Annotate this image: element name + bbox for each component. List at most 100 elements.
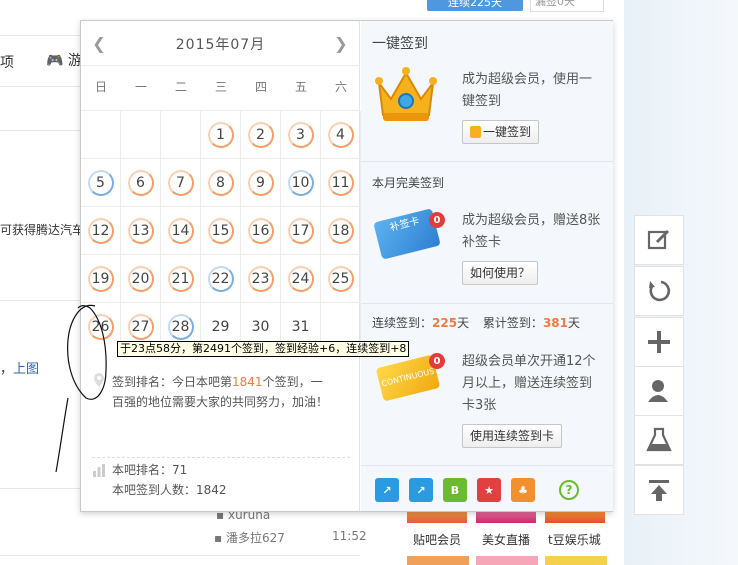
calendar-day-cell[interactable]: 24 [281, 255, 321, 303]
signin-days-button[interactable]: 连续225天 [427, 0, 523, 11]
arrow-up-icon [649, 480, 669, 501]
weekday-label: 五 [294, 80, 307, 94]
calendar-day-cell[interactable]: 18 [321, 207, 361, 255]
calendar-day-cell [121, 111, 161, 159]
onekey-signin-button[interactable]: 一键签到 [462, 120, 540, 144]
app-icon-1[interactable]: ↗ [375, 478, 399, 502]
missed-days-text: 漏签0天 [530, 0, 604, 12]
app-icon-5[interactable]: ♣ [511, 478, 535, 502]
makeup-card-badge: 0 [429, 212, 445, 228]
help-icon[interactable]: ? [559, 480, 579, 500]
day-number: 21 [167, 265, 194, 292]
comment-icon: ▪ [214, 531, 223, 545]
calendar-day-cell[interactable]: 9 [241, 159, 281, 207]
calendar-day-cell[interactable]: 4 [321, 111, 361, 159]
rank-number: 1841 [232, 375, 263, 389]
weekday-label: 日 [94, 80, 107, 94]
vip-desc: 成为超级会员，使用一键签到 [462, 72, 593, 109]
bar-stats: 本吧排名：71 本吧签到人数：1842 [92, 461, 350, 501]
next-month-button[interactable]: ❯ [332, 33, 350, 53]
edit-icon [647, 229, 670, 250]
post-snippet: ，上图 [0, 358, 39, 377]
divider [0, 130, 80, 131]
app-icon-3[interactable]: B [443, 478, 467, 502]
day-number: 4 [327, 121, 354, 148]
calendar-day-cell[interactable]: 19 [81, 255, 121, 303]
post-image-link[interactable]: 上图 [13, 362, 39, 377]
total-number: 381 [542, 316, 568, 330]
day-number: 24 [287, 265, 314, 292]
edit-tool-button[interactable] [634, 215, 684, 265]
calendar-day-cell[interactable]: 13 [121, 207, 161, 255]
crown-icon [375, 67, 437, 121]
signin-popup: ❮ 2015年07月 ❯ 日一二三四五六 1 2 3 4 5 6 7 8 9 10 11 12 13 14… [80, 20, 613, 512]
calendar-day-cell[interactable]: 5 [81, 159, 121, 207]
user-name[interactable]: 潘多拉627 [226, 531, 285, 545]
calendar-day-cell[interactable]: 17 [281, 207, 321, 255]
streak-unit: 天 [457, 316, 470, 330]
use-continuous-card-button[interactable]: 使用连续签到卡 [462, 424, 563, 448]
day-number: 30 [251, 319, 270, 335]
card-vip-label[interactable]: 贴吧会员 [413, 531, 461, 548]
calendar-day-cell[interactable]: 22 [201, 255, 241, 303]
bar-signin-count: 本吧签到人数：1842 [112, 483, 227, 497]
day-number: 29 [211, 319, 230, 335]
divider [0, 86, 80, 87]
day-number: 28 [167, 314, 194, 340]
makeup-card-desc: 成为超级会员，赠送8张补签卡 [462, 213, 601, 250]
bar-rank-text: 本吧排名：71 [112, 463, 188, 477]
divider [361, 465, 613, 466]
calendar-day-cell[interactable]: 20 [121, 255, 161, 303]
calendar-day-cell[interactable]: 6 [121, 159, 161, 207]
rank-section: 签到排名：今日本吧第1841个签到，一百强的地位需要大家的共同努力，加油！ [92, 366, 350, 458]
calendar-day-cell[interactable]: 16 [241, 207, 281, 255]
card-live-label[interactable]: 美女直播 [482, 531, 530, 548]
howto-button[interactable]: 如何使用？ [462, 261, 539, 285]
arrow-icon: ↗ [382, 483, 392, 497]
calendar-day-cell[interactable]: 3 [281, 111, 321, 159]
calendar-day-cell[interactable]: 1 [201, 111, 241, 159]
calendar-day-cell[interactable]: 7 [161, 159, 201, 207]
onekey-title: 一键签到 [372, 36, 428, 52]
calendar-day-cell[interactable]: 15 [201, 207, 241, 255]
user-tool-button[interactable] [634, 366, 684, 416]
add-tool-button[interactable] [634, 317, 684, 367]
calendar-day-cell[interactable]: 14 [161, 207, 201, 255]
divider [0, 488, 80, 489]
calendar-day-cell[interactable]: 23 [241, 255, 281, 303]
divider [81, 65, 360, 66]
calendar-day-cell[interactable]: 11 [321, 159, 361, 207]
calendar-day-cell[interactable]: 10 [281, 159, 321, 207]
hand-drawn-circle-annotation [55, 304, 107, 473]
back-to-top-button[interactable] [634, 465, 684, 515]
app-icon-2[interactable]: ↗ [409, 478, 433, 502]
calendar-day-cell[interactable]: 25 [321, 255, 361, 303]
rank-prefix: 签到排名：今日本吧第 [112, 375, 233, 389]
nav-tab-game[interactable]: 🎮 游 [46, 50, 82, 70]
lab-tool-button[interactable] [634, 415, 684, 465]
day-number: 20 [127, 265, 154, 292]
day-number: 25 [327, 265, 354, 292]
calendar-day-cell[interactable]: 12 [81, 207, 121, 255]
calendar-grid: 1 2 3 4 5 6 7 8 9 10 11 12 13 14 15 16 17 18 19 20 21 22 23 24 2… [81, 111, 361, 351]
app-icon-4[interactable]: ★ [477, 478, 501, 502]
onekey-section: 一键签到 成为超级会员，使用一键签到 一键签到 [361, 21, 613, 162]
card-casino-label[interactable]: t豆娱乐城 [548, 531, 601, 548]
calendar-day-cell[interactable]: 21 [161, 255, 201, 303]
vip-badge-icon [470, 126, 481, 138]
perfect-section: 本月完美签到 补签卡 0 成为超级会员，赠送8张补签卡 如何使用？ [361, 162, 613, 304]
day-number: 1 [207, 121, 234, 148]
signin-stats: 连续签到：225天 累计签到：381天 [372, 314, 580, 331]
nav-tab-partial[interactable]: 项 [0, 52, 14, 72]
promo-text: 可获得腾达汽车 [0, 223, 85, 237]
continuous-card-desc: 超级会员单次开通12个月以上，赠送连续签到卡3张 [462, 354, 596, 413]
day-number: 8 [207, 169, 234, 196]
calendar-day-cell[interactable]: 8 [201, 159, 241, 207]
day-number: 18 [327, 217, 354, 244]
calendar-panel: ❮ 2015年07月 ❯ 日一二三四五六 1 2 3 4 5 6 7 8 9 10 11 12 13 14… [81, 21, 410, 511]
day-number: 9 [247, 169, 274, 196]
calendar-day-cell[interactable]: 2 [241, 111, 281, 159]
refresh-tool-button[interactable] [634, 266, 684, 316]
refresh-icon [649, 280, 671, 302]
day-number: 17 [287, 217, 314, 244]
